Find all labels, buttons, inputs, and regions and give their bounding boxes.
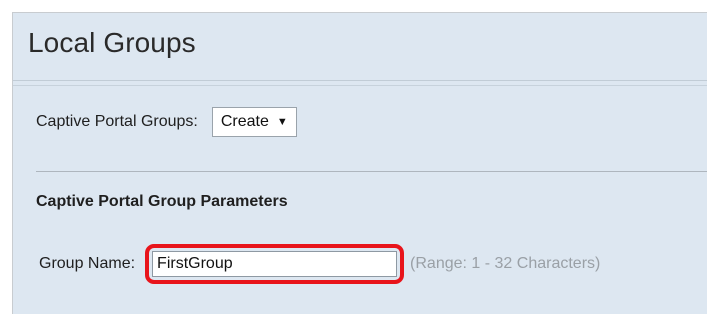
page-title: Local Groups: [28, 27, 196, 58]
captive-portal-groups-select[interactable]: Create ▼: [211, 107, 297, 137]
title-bar: Local Groups: [13, 13, 707, 81]
group-name-row: Group Name: (Range: 1 - 32 Characters): [39, 244, 600, 284]
section-title: Captive Portal Group Parameters: [36, 193, 288, 210]
page-frame: Local Groups Captive Portal Groups: Crea…: [0, 0, 707, 314]
captive-portal-groups-label: Captive Portal Groups:: [36, 113, 198, 130]
dropdown-arrow-icon: ▼: [276, 116, 288, 128]
group-name-label: Group Name:: [39, 255, 136, 272]
group-name-highlight: [145, 244, 405, 284]
group-name-range-hint: (Range: 1 - 32 Characters): [410, 255, 601, 272]
local-groups-panel: Local Groups Captive Portal Groups: Crea…: [12, 12, 707, 314]
panel-content: Captive Portal Groups: Create ▼ Captive …: [13, 85, 707, 314]
captive-portal-groups-select-value: Create: [220, 113, 269, 130]
section-divider: [36, 171, 707, 172]
group-name-input[interactable]: [152, 251, 398, 277]
captive-portal-groups-row: Captive Portal Groups: Create ▼: [36, 107, 297, 137]
